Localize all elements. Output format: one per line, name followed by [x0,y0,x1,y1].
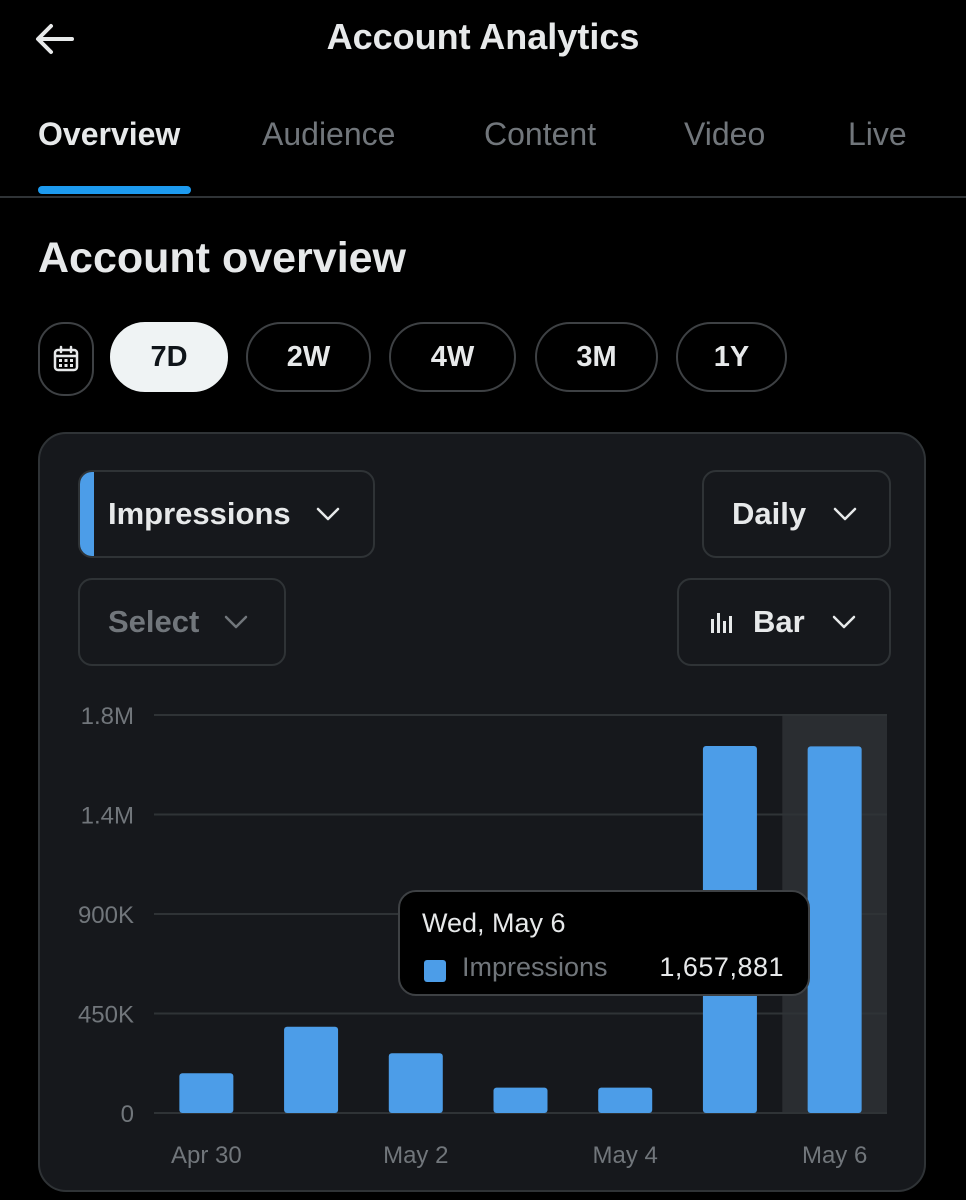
date-range-selector: 7D 2W 4W 3M 1Y [0,322,966,396]
y-tick-label: 450K [78,1002,134,1029]
tooltip-date: Wed, May 6 [422,908,566,938]
range-4w-button[interactable]: 4W [389,322,516,392]
tooltip-series-swatch [424,960,446,982]
range-1y-button[interactable]: 1Y [676,322,787,392]
y-tick-label: 0 [121,1101,134,1128]
tab-bar: Overview Audience Content Video Live [0,100,966,198]
analytics-card: Impressions Daily Select Bar 0 450K 900K… [38,432,926,1192]
x-tick-label: May 2 [383,1142,448,1169]
tooltip-series-label: Impressions [462,952,608,982]
x-tick-label: May 4 [593,1142,658,1169]
calendar-icon [53,345,79,372]
y-tick-label: 900K [78,902,134,929]
bar-apr-30[interactable] [179,1073,234,1113]
bar-may-4[interactable] [598,1087,653,1113]
tab-video[interactable]: Video [684,116,765,153]
range-3m-button[interactable]: 3M [535,322,658,392]
tab-overview[interactable]: Overview [38,116,180,153]
x-tick-label: May 6 [802,1142,867,1169]
bar-may-2[interactable] [388,1053,443,1113]
chart-tooltip: Wed, May 6 Impressions 1,657,881 [398,890,810,996]
calendar-button[interactable] [38,322,94,396]
app-header: Account Analytics [0,0,966,78]
y-tick-label: 1.4M [81,803,134,830]
tab-content[interactable]: Content [484,116,596,153]
bar-may-6[interactable] [807,746,862,1113]
impressions-bar-chart: 0 450K 900K 1.4M 1.8M Apr 30 May 2 May 4 May 6 [78,703,887,1169]
x-tick-label: Apr 30 [171,1142,242,1169]
tooltip-value: 1,657,881 [659,952,784,982]
range-2w-button[interactable]: 2W [246,322,371,392]
bar-may-1[interactable] [284,1026,339,1113]
tab-live[interactable]: Live [848,116,907,153]
section-title: Account overview [38,234,406,282]
page-title: Account Analytics [326,16,640,57]
y-tick-label: 1.8M [81,703,134,730]
active-tab-indicator [38,186,191,194]
bar-may-3[interactable] [493,1087,548,1113]
tab-audience[interactable]: Audience [262,116,395,153]
range-7d-button[interactable]: 7D [110,322,228,392]
